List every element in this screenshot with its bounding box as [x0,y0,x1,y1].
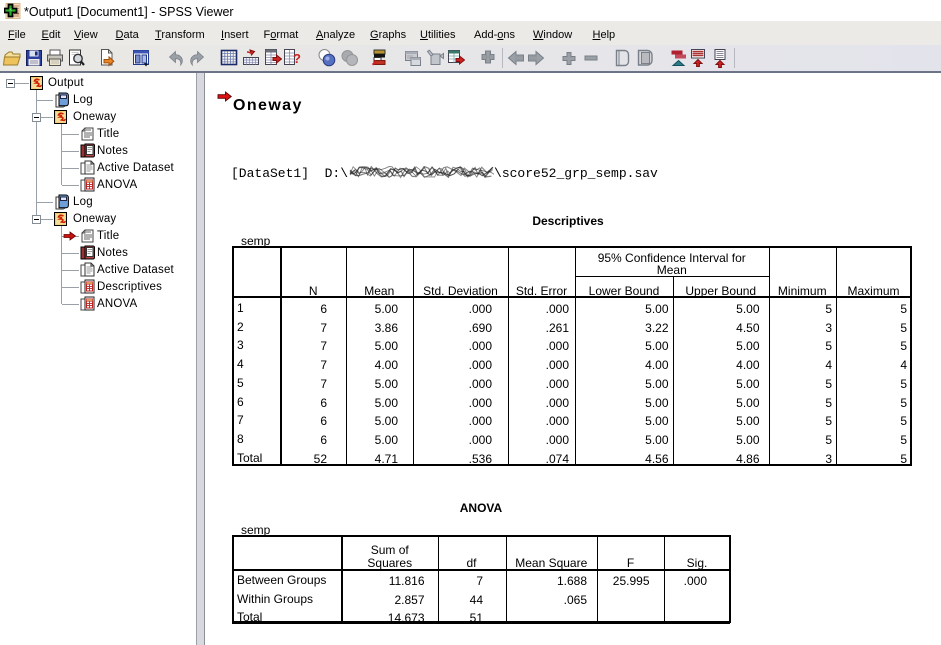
svg-text:?: ? [293,51,301,66]
